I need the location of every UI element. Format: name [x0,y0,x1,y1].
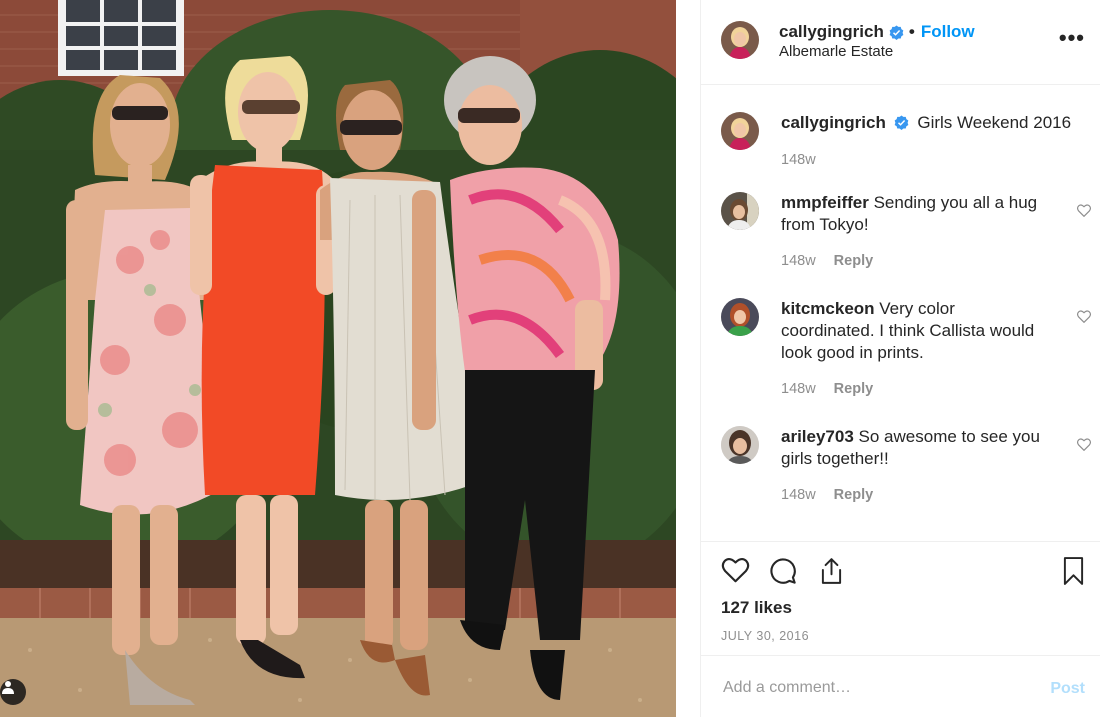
follow-button[interactable]: Follow [921,22,975,42]
commenter-avatar-image [721,426,759,464]
caption-avatar[interactable] [721,112,759,150]
verified-badge-icon [889,24,904,40]
commenter-avatar[interactable] [721,298,759,336]
more-options-icon[interactable]: ••• [1059,27,1085,49]
author-name-row: callygingrich • Follow [779,22,975,42]
caption-meta: 148w [781,152,816,168]
post-photo[interactable] [0,0,676,717]
comment-item: ariley703 So awesome to see you girls to… [721,426,1091,506]
post-date: JULY 30, 2016 [721,629,810,643]
comment-username[interactable]: ariley703 [781,427,854,446]
person-tag-button[interactable] [0,679,26,705]
caption-body: callygingrich Girls Weekend 2016 [781,112,1081,134]
post-side-panel: callygingrich • Follow Albemarle Estate … [700,0,1100,717]
reply-button[interactable]: Reply [834,381,874,397]
separator-dot: • [908,22,915,41]
caption-text: Girls Weekend 2016 [917,113,1072,132]
author-avatar-image [721,21,759,59]
caption-avatar-image [721,112,759,150]
reply-button[interactable]: Reply [834,487,874,503]
like-comment-heart-icon[interactable] [1077,438,1091,456]
author-username[interactable]: callygingrich [779,22,884,42]
share-icon[interactable] [818,557,845,590]
person-tag-icon [2,681,14,694]
comment-item: kitcmckeon Very color coordinated. I thi… [721,298,1091,398]
post-actions: 127 likes JULY 30, 2016 [701,541,1100,656]
likes-count[interactable]: 127 likes [721,598,792,618]
comment-body: ariley703 So awesome to see you girls to… [781,426,1051,470]
comment-item: mmpfeiffer Sending you all a hug from To… [721,192,1091,272]
post-header: callygingrich • Follow Albemarle Estate … [701,0,1100,85]
like-comment-heart-icon[interactable] [1077,310,1091,328]
comment-username[interactable]: mmpfeiffer [781,193,869,212]
like-comment-heart-icon[interactable] [1077,204,1091,222]
verified-badge-icon [894,115,909,130]
commenter-avatar[interactable] [721,192,759,230]
reply-button[interactable]: Reply [834,253,874,269]
post-location[interactable]: Albemarle Estate [779,43,893,60]
comment-body: kitcmckeon Very color coordinated. I thi… [781,298,1051,364]
post-photo-image [0,0,676,717]
comment-bubble-icon[interactable] [769,557,797,590]
commenter-avatar[interactable] [721,426,759,464]
comment-time[interactable]: 148w [781,487,816,503]
comment-meta: 148w Reply [781,381,873,397]
commenter-avatar-image [721,192,759,230]
comment-time[interactable]: 148w [781,253,816,269]
author-avatar[interactable] [721,21,759,59]
comment-body: mmpfeiffer Sending you all a hug from To… [781,192,1051,236]
caption-username[interactable]: callygingrich [781,113,886,132]
caption: callygingrich Girls Weekend 2016 148w [721,112,1091,172]
commenter-avatar-image [721,298,759,336]
heart-icon[interactable] [721,557,750,588]
post-comment-button[interactable]: Post [1050,680,1085,698]
comment-username[interactable]: kitcmckeon [781,299,875,318]
bookmark-icon[interactable] [1062,557,1085,590]
comment-meta: 148w Reply [781,487,873,503]
comment-composer: Post [701,655,1100,718]
comment-input[interactable] [721,676,1025,700]
comment-meta: 148w Reply [781,253,873,269]
caption-time[interactable]: 148w [781,152,816,168]
comment-time[interactable]: 148w [781,381,816,397]
